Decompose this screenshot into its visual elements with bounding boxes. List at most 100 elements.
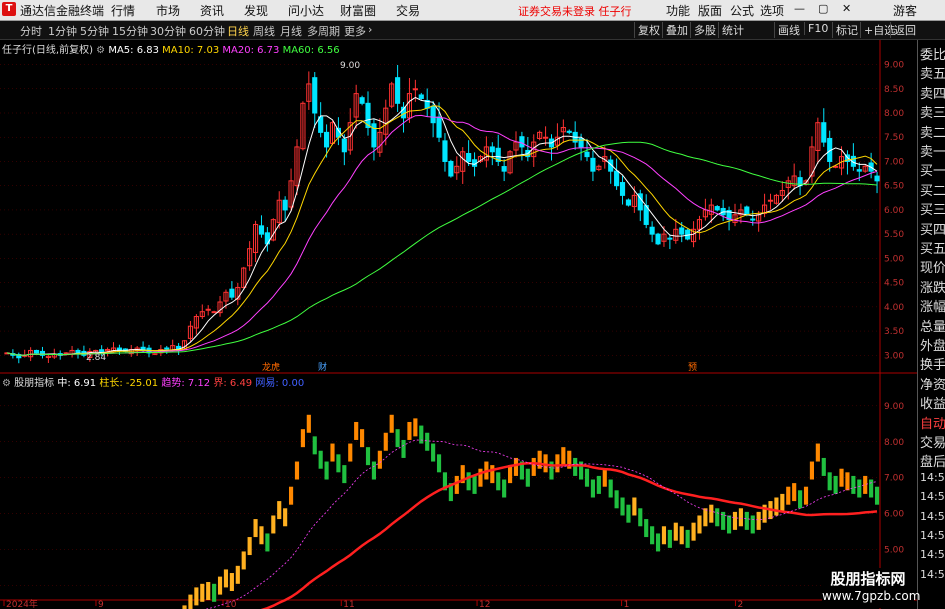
- candle-body: [205, 308, 211, 311]
- indicator-bar: [223, 569, 229, 588]
- candle-body: [667, 237, 673, 240]
- indicator-bar: [306, 414, 311, 433]
- high-price-label: 9.00: [340, 61, 360, 71]
- indicator-bar: [472, 475, 477, 494]
- quote-panel-label[interactable]: 换手: [920, 354, 945, 373]
- period-weekly[interactable]: 周线: [253, 23, 275, 39]
- btn-back[interactable]: 返回: [890, 22, 916, 38]
- quote-panel-label[interactable]: 总量: [920, 316, 945, 335]
- quote-panel-label[interactable]: 卖三: [920, 102, 945, 121]
- indicator-bar: [318, 450, 323, 469]
- indicator-name[interactable]: 股朋指标: [14, 378, 54, 389]
- quote-panel-label[interactable]: 买二: [920, 180, 945, 199]
- y-tick-label: 6.50: [884, 182, 904, 192]
- indicator-bar: [300, 429, 305, 448]
- quote-panel-label[interactable]: 卖二: [920, 122, 945, 141]
- login-warning[interactable]: 证券交易未登录 任子行: [518, 3, 632, 19]
- btn-stats[interactable]: 统计: [718, 22, 744, 38]
- quote-panel-label[interactable]: 买三: [920, 199, 945, 218]
- quote-panel-label[interactable]: 涨幅: [920, 296, 945, 315]
- quote-panel-label[interactable]: 卖五: [920, 63, 945, 82]
- btn-mark[interactable]: 标记: [832, 22, 858, 38]
- menu-item-ask[interactable]: 问小达: [288, 2, 324, 19]
- menu-function[interactable]: 功能: [666, 2, 690, 19]
- quote-panel-label[interactable]: 自动: [920, 413, 945, 432]
- ma20-line: [6, 114, 878, 356]
- period-5min[interactable]: 5分钟: [80, 23, 109, 39]
- low-price-label: 2.84: [86, 353, 106, 363]
- menu-layout[interactable]: 版面: [698, 2, 722, 19]
- period-timeshare[interactable]: 分时: [20, 23, 42, 39]
- quote-panel-label[interactable]: 交易: [920, 432, 945, 451]
- quote-panel-label[interactable]: 涨跌: [920, 277, 945, 296]
- indicator-bar: [330, 443, 335, 462]
- quote-panel-label[interactable]: 卖一: [920, 141, 945, 160]
- menu-options[interactable]: 选项: [760, 2, 784, 19]
- btn-draw-line[interactable]: 画线: [774, 22, 800, 38]
- btn-f10[interactable]: F10: [804, 22, 828, 35]
- quote-panel-label[interactable]: 14:56: [920, 529, 945, 542]
- indicator-bar: [608, 479, 613, 498]
- quote-panel-label[interactable]: 14:56: [920, 490, 945, 503]
- more-chevron-icon[interactable]: ›: [368, 23, 372, 36]
- quote-panel-label[interactable]: 买四: [920, 219, 945, 238]
- period-15min[interactable]: 15分钟: [112, 23, 148, 39]
- kline-chart[interactable]: 9.00 8.50 8.00 7.50 7.00 6.50 6.00 5.50 5.00 4.50…: [0, 40, 917, 609]
- candle-body: [584, 151, 590, 158]
- menu-item-wealth[interactable]: 财富圈: [340, 2, 376, 19]
- indicator-bar: [401, 439, 406, 458]
- btn-restore-rights[interactable]: 复权: [634, 22, 660, 38]
- candle-body: [856, 169, 862, 172]
- menu-item-trade[interactable]: 交易: [396, 2, 420, 19]
- btn-multi-stock[interactable]: 多股: [690, 22, 716, 38]
- candle-body: [33, 349, 40, 354]
- candle-body: [324, 131, 330, 148]
- quote-panel-label[interactable]: 14:56: [920, 548, 945, 561]
- indicator-bar: [247, 537, 252, 556]
- stock-title: 任子行(日线,前复权): [2, 45, 93, 56]
- period-1min[interactable]: 1分钟: [48, 23, 77, 39]
- quote-panel-label[interactable]: 卖四: [920, 83, 945, 102]
- quote-panel-label[interactable]: 盘后: [920, 451, 945, 470]
- quote-panel-label[interactable]: 买一: [920, 160, 945, 179]
- indicator-bar: [241, 551, 246, 570]
- candle-body: [767, 199, 774, 202]
- settings-icon[interactable]: ⚙: [96, 45, 105, 56]
- quote-panel-label[interactable]: 14:56: [920, 568, 945, 581]
- period-multi[interactable]: 多周期: [307, 23, 340, 39]
- indicator-bar: [750, 515, 755, 534]
- y-tick-label: 7.00: [884, 157, 904, 167]
- quote-panel-label[interactable]: 净资: [920, 374, 945, 393]
- menu-item-market[interactable]: 市场: [156, 2, 180, 19]
- chart-grid: [0, 40, 917, 609]
- quote-panel-label[interactable]: 外盘: [920, 335, 945, 354]
- quote-panel-label[interactable]: 收益: [920, 393, 945, 412]
- quote-panel-label[interactable]: 买五: [920, 238, 945, 257]
- period-more[interactable]: 更多: [344, 23, 366, 39]
- period-monthly[interactable]: 月线: [280, 23, 302, 39]
- guest-label[interactable]: 游客: [893, 2, 917, 19]
- btn-overlay[interactable]: 叠加: [662, 22, 688, 38]
- close-icon[interactable]: ✕: [842, 2, 851, 15]
- indicator-bar: [809, 461, 815, 480]
- menu-item-news[interactable]: 资讯: [200, 2, 224, 19]
- menu-item-quote[interactable]: 行情: [111, 2, 135, 19]
- period-30min[interactable]: 30分钟: [150, 23, 186, 39]
- ma10-line: [6, 105, 878, 356]
- minimize-icon[interactable]: —: [794, 2, 805, 15]
- indicator-settings-icon[interactable]: ⚙: [2, 378, 11, 389]
- period-daily[interactable]: 日线: [227, 23, 249, 39]
- candle-body: [211, 311, 217, 314]
- maximize-icon[interactable]: ▢: [818, 2, 828, 15]
- quote-panel-label[interactable]: 委比: [920, 44, 945, 63]
- indicator-bar: 柱长: -25.01: [99, 378, 159, 389]
- quote-panel-label[interactable]: 现价: [920, 257, 945, 276]
- menu-item-discover[interactable]: 发现: [244, 2, 268, 19]
- quote-panel-label[interactable]: 14:56: [920, 471, 945, 484]
- period-60min[interactable]: 60分钟: [189, 23, 225, 39]
- menu-formula[interactable]: 公式: [730, 2, 754, 19]
- indicator-bar: [354, 421, 359, 440]
- candle-body: [590, 157, 596, 172]
- quote-panel-label[interactable]: 14:56: [920, 510, 945, 523]
- indicator-bars: [170, 414, 880, 609]
